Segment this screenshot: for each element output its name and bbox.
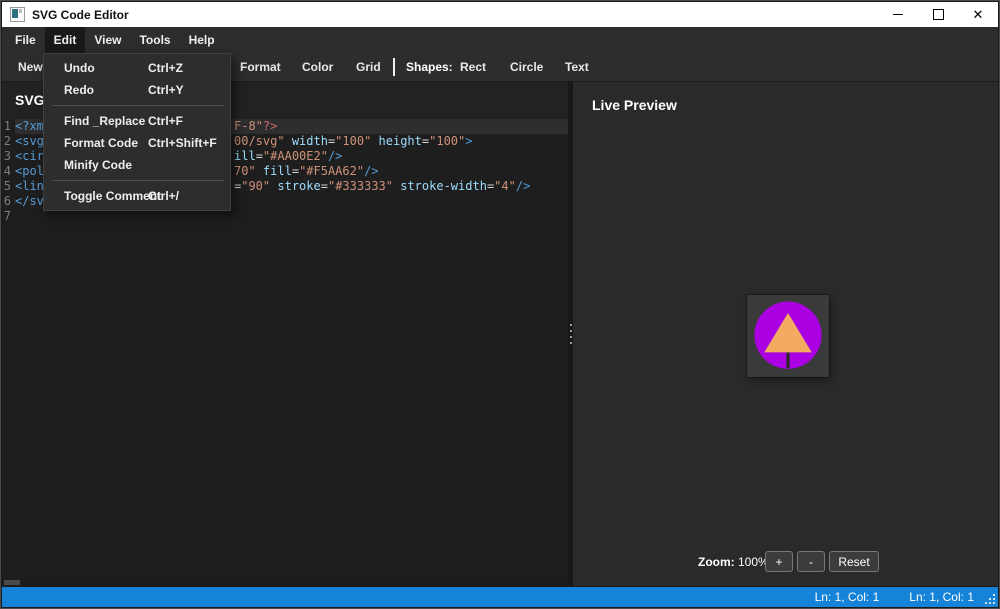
code-text: F-8"?>: [234, 119, 278, 133]
menubar-item-tools[interactable]: Tools: [130, 27, 179, 53]
rendered-svg: [754, 301, 822, 369]
splitter-handle-icon: [569, 342, 572, 344]
splitter-handle-icon: [569, 336, 572, 338]
zoom-label: Zoom:: [698, 555, 735, 569]
line-number: 7: [3, 209, 11, 223]
code-line-7[interactable]: 7: [2, 209, 568, 224]
close-button[interactable]: ✕: [958, 2, 998, 27]
maximize-icon: [932, 9, 944, 20]
menubar-item-file[interactable]: File: [6, 27, 45, 53]
preview-panel-title: Live Preview: [592, 97, 677, 113]
svg-preview-canvas: [747, 295, 829, 377]
menu-item-label: Redo: [64, 83, 94, 97]
menu-item-format-code[interactable]: Format Code Ctrl+Shift+F: [44, 132, 230, 154]
toolbar-shapes-label: Shapes:: [406, 60, 453, 74]
minimize-button[interactable]: [878, 2, 918, 27]
line-number: 2: [3, 134, 11, 148]
menu-item-label: Undo: [64, 61, 95, 75]
menu-item-redo[interactable]: Redo Ctrl+Y: [44, 79, 230, 101]
scrollbar-thumb[interactable]: [4, 580, 20, 585]
maximize-button[interactable]: [918, 2, 958, 27]
menu-item-find-replace[interactable]: Find _Replace Ctrl+F: [44, 110, 230, 132]
toolbar-grid-button[interactable]: Grid: [356, 53, 381, 81]
app-window: SVG Code Editor ✕ File Edit View Tools Help …: [0, 0, 1000, 609]
code-text: <lin: [15, 179, 44, 193]
menubar-item-help[interactable]: Help: [180, 27, 224, 53]
menu-item-shortcut: Ctrl+/: [148, 189, 180, 203]
menubar-item-edit[interactable]: Edit: [44, 27, 86, 53]
resize-grip[interactable]: [983, 592, 995, 604]
menu-item-minify-code[interactable]: Minify Code: [44, 154, 230, 176]
minimize-icon: [893, 14, 903, 15]
menu-item-label: Toggle Comment: [64, 189, 162, 203]
menu-item-shortcut: Ctrl+F: [148, 114, 184, 128]
title-bar: SVG Code Editor ✕: [2, 2, 998, 27]
menu-bar: File Edit View Tools Help: [2, 27, 998, 53]
code-text: ="90" stroke="#333333" stroke-width="4"/…: [234, 179, 531, 193]
toolbar-new-button[interactable]: New: [18, 53, 43, 81]
line-number: 5: [3, 179, 11, 193]
menu-item-undo[interactable]: Undo Ctrl+Z: [44, 57, 230, 79]
code-text: <?xm: [15, 119, 44, 133]
code-text: 70" fill="#F5AA62"/>: [234, 164, 379, 178]
cursor-position-status: Ln: 1, Col: 1: [814, 590, 880, 604]
line-number: 6: [3, 194, 11, 208]
editor-horizontal-scrollbar[interactable]: [2, 578, 568, 586]
line-number: 3: [3, 149, 11, 163]
app-icon: [10, 7, 25, 22]
cursor-position-status: Ln: 1, Col: 1: [909, 590, 974, 604]
menu-item-label: Format Code: [64, 136, 139, 150]
toolbar-text-button[interactable]: Text: [565, 53, 589, 81]
menu-separator: [52, 180, 224, 181]
code-text: <svg: [15, 134, 44, 148]
line-number: 4: [3, 164, 11, 178]
window-controls: ✕: [878, 2, 998, 27]
editor-panel-title: SVG: [15, 92, 45, 108]
zoom-in-button[interactable]: +: [765, 551, 793, 572]
window-title: SVG Code Editor: [32, 7, 129, 22]
zoom-reset-button[interactable]: Reset: [829, 551, 879, 572]
menu-separator: [52, 105, 224, 106]
toolbar-rect-button[interactable]: Rect: [460, 53, 486, 81]
status-bar: Ln: 1, Col: 1 Ln: 1, Col: 1: [2, 587, 998, 607]
menu-item-shortcut: Ctrl+Z: [148, 61, 184, 75]
splitter-handle-icon: [569, 324, 572, 326]
edit-dropdown-menu: Undo Ctrl+Z Redo Ctrl+Y Find _Replace Ctrl+F F…: [43, 53, 231, 211]
toolbar-format-button[interactable]: Format: [240, 53, 281, 81]
code-text: 00/svg" width="100" height="100">: [234, 134, 473, 148]
menu-item-toggle-comment[interactable]: Toggle Comment Ctrl+/: [44, 185, 230, 207]
menu-item-shortcut: Ctrl+Shift+F: [148, 136, 217, 150]
close-icon: ✕: [972, 7, 984, 22]
code-text: ill="#AA00E2"/>: [234, 149, 343, 163]
splitter-handle-icon: [569, 330, 572, 332]
code-text: <pol: [15, 164, 44, 178]
code-text: </sv: [15, 194, 44, 208]
toolbar-color-button[interactable]: Color: [302, 53, 333, 81]
live-preview-panel: Live Preview Zoom: 100% + - Reset: [573, 82, 998, 586]
menu-item-label: Minify Code: [64, 158, 132, 172]
menu-item-label: Find _Replace: [64, 114, 146, 128]
menubar-item-view[interactable]: View: [85, 27, 130, 53]
menu-item-shortcut: Ctrl+Y: [148, 83, 184, 97]
toolbar-circle-button[interactable]: Circle: [510, 53, 543, 81]
toolbar-separator: [393, 58, 395, 76]
line-number: 1: [3, 119, 11, 133]
code-text: <cir: [15, 149, 44, 163]
zoom-out-button[interactable]: -: [797, 551, 825, 572]
